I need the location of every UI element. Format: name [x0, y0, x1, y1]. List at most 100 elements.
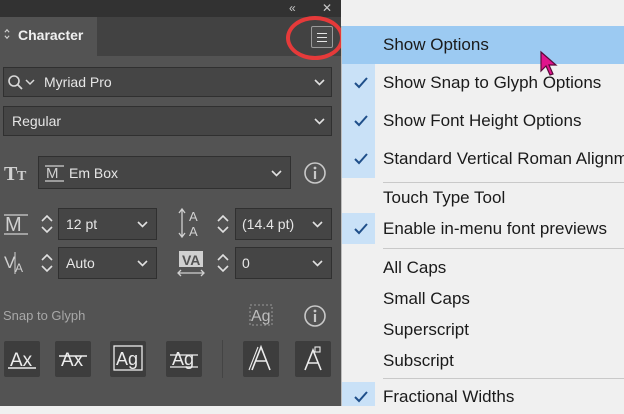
menu-item-all-caps[interactable]: All Caps	[342, 252, 624, 283]
menu-item-label: Show Font Height Options	[383, 111, 582, 130]
info-icon[interactable]	[303, 161, 327, 185]
menu-item-enable-in-menu-font-previews[interactable]: Enable in-menu font previews	[342, 213, 624, 244]
menu-item-label: Superscript	[383, 319, 469, 339]
svg-text:Ax: Ax	[61, 350, 84, 371]
kerning-stepper[interactable]	[40, 251, 54, 275]
snap-angular-button[interactable]	[243, 341, 279, 377]
close-icon[interactable]: ✕	[322, 0, 332, 16]
snap-baseline-button[interactable]: Ax	[4, 341, 40, 377]
leading-stepper[interactable]	[216, 212, 230, 236]
tab-expand-icon	[4, 28, 10, 40]
kerning-input[interactable]: Auto	[58, 247, 157, 279]
font-style-dropdown[interactable]: Regular	[3, 106, 332, 136]
anchor-point-icon	[304, 346, 322, 371]
chevron-down-icon	[271, 170, 282, 177]
chevron-down-icon	[314, 79, 325, 86]
leading-input[interactable]: (14.4 pt)	[235, 208, 332, 240]
panel-titlebar: « ✕	[0, 0, 341, 17]
snap-anchor-button[interactable]	[295, 341, 331, 377]
font-search-icon[interactable]	[7, 74, 37, 92]
svg-text:T: T	[4, 163, 18, 184]
em-box-dropdown[interactable]: M Em Box	[38, 156, 291, 189]
font-family-value: Myriad Pro	[44, 74, 112, 90]
menu-item-label: Small Caps	[383, 288, 470, 308]
character-panel: « ✕ Character Myriad Pro Regular T T M E…	[0, 0, 344, 406]
svg-text:VA: VA	[182, 252, 200, 268]
checkmark-icon	[354, 391, 368, 403]
kerning-icon: V A	[4, 252, 23, 275]
svg-text:A: A	[189, 224, 198, 239]
panel-flyout-menu: Show Options Show Snap to Glyph Options …	[341, 26, 624, 406]
font-style-value: Regular	[12, 113, 62, 129]
font-size-stepper[interactable]	[40, 212, 54, 236]
collapse-icon[interactable]: «	[289, 0, 296, 16]
menu-item-label: Touch Type Tool	[383, 187, 506, 207]
menu-item-label: All Caps	[383, 257, 447, 277]
em-box-value: Em Box	[69, 164, 119, 181]
mouse-cursor-icon	[540, 50, 558, 76]
tracking-value: 0	[242, 255, 250, 271]
svg-text:Ag: Ag	[172, 349, 194, 369]
checkmark-icon	[354, 153, 368, 165]
snap-proximity-button[interactable]: Ag	[166, 341, 202, 377]
font-height-icon: T T	[4, 163, 27, 184]
em-box-icon: M	[45, 165, 64, 182]
chevron-down-icon	[312, 260, 323, 267]
svg-text:A: A	[189, 209, 198, 224]
angular-guides-icon	[248, 344, 271, 371]
xheight-glyph-icon: Ax	[59, 350, 87, 371]
svg-text:M: M	[46, 165, 59, 182]
tracking-icon: VA	[177, 251, 205, 277]
leading-value: (14.4 pt)	[242, 216, 295, 232]
menu-item-label: Standard Vertical Roman Alignment	[383, 149, 624, 168]
svg-text:A: A	[15, 261, 23, 275]
menu-item-show-font-height-options[interactable]: Show Font Height Options	[342, 102, 624, 140]
menu-item-standard-vertical-roman-alignment[interactable]: Standard Vertical Roman Alignment	[342, 140, 624, 178]
svg-text:Ag: Ag	[116, 349, 138, 369]
menu-item-small-caps[interactable]: Small Caps	[342, 283, 624, 314]
menu-item-show-snap-to-glyph-options[interactable]: Show Snap to Glyph Options	[342, 64, 624, 102]
snap-glyph-bounds-button[interactable]: Ag	[110, 341, 146, 377]
menu-item-subscript[interactable]: Subscript	[342, 345, 624, 376]
menu-separator	[383, 378, 624, 379]
font-size-input[interactable]: 12 pt	[58, 208, 157, 240]
proximity-glyph-icon: Ag	[170, 349, 198, 369]
checkmark-icon	[354, 222, 368, 234]
menu-item-label: Enable in-menu font previews	[383, 218, 607, 238]
checkmark-icon	[354, 115, 368, 127]
chevron-down-icon	[314, 118, 325, 125]
chevron-down-icon	[137, 221, 148, 228]
menu-item-show-options[interactable]: Show Options	[342, 26, 624, 64]
glyph-bounds-icon: Ag	[113, 345, 143, 371]
font-size-icon: M	[4, 214, 28, 236]
svg-text:Ag: Ag	[251, 308, 271, 325]
annotation-circle	[286, 16, 344, 60]
svg-text:T: T	[17, 169, 27, 184]
menu-item-superscript[interactable]: Superscript	[342, 314, 624, 345]
menu-item-fractional-widths[interactable]: Fractional Widths	[342, 380, 624, 414]
snap-divider	[222, 340, 223, 378]
snap-xheight-button[interactable]: Ax	[55, 341, 91, 377]
baseline-glyph-icon: Ax	[8, 350, 36, 371]
font-family-dropdown[interactable]: Myriad Pro	[3, 67, 332, 97]
menu-item-label: Fractional Widths	[383, 387, 515, 406]
font-size-value: 12 pt	[66, 216, 98, 232]
tab-label: Character	[18, 27, 84, 43]
leading-icon: A A	[178, 207, 198, 239]
snap-to-glyph-label: Snap to Glyph	[3, 308, 86, 323]
menu-item-label: Show Options	[383, 35, 489, 54]
tab-character[interactable]: Character	[0, 17, 97, 56]
tracking-input[interactable]: 0	[235, 247, 332, 279]
kerning-value: Auto	[66, 255, 95, 271]
menu-item-label: Subscript	[383, 350, 454, 370]
glyph-settings-icon[interactable]: Ag	[248, 303, 276, 329]
snap-info-icon[interactable]	[303, 304, 327, 328]
svg-text:M: M	[5, 214, 22, 236]
checkmark-icon	[354, 77, 368, 89]
chevron-down-icon	[137, 260, 148, 267]
menu-separator	[383, 248, 624, 249]
menu-item-touch-type-tool[interactable]: Touch Type Tool	[342, 182, 624, 213]
menu-item-label: Show Snap to Glyph Options	[383, 73, 602, 92]
tracking-stepper[interactable]	[216, 251, 230, 275]
chevron-down-icon	[312, 221, 323, 228]
